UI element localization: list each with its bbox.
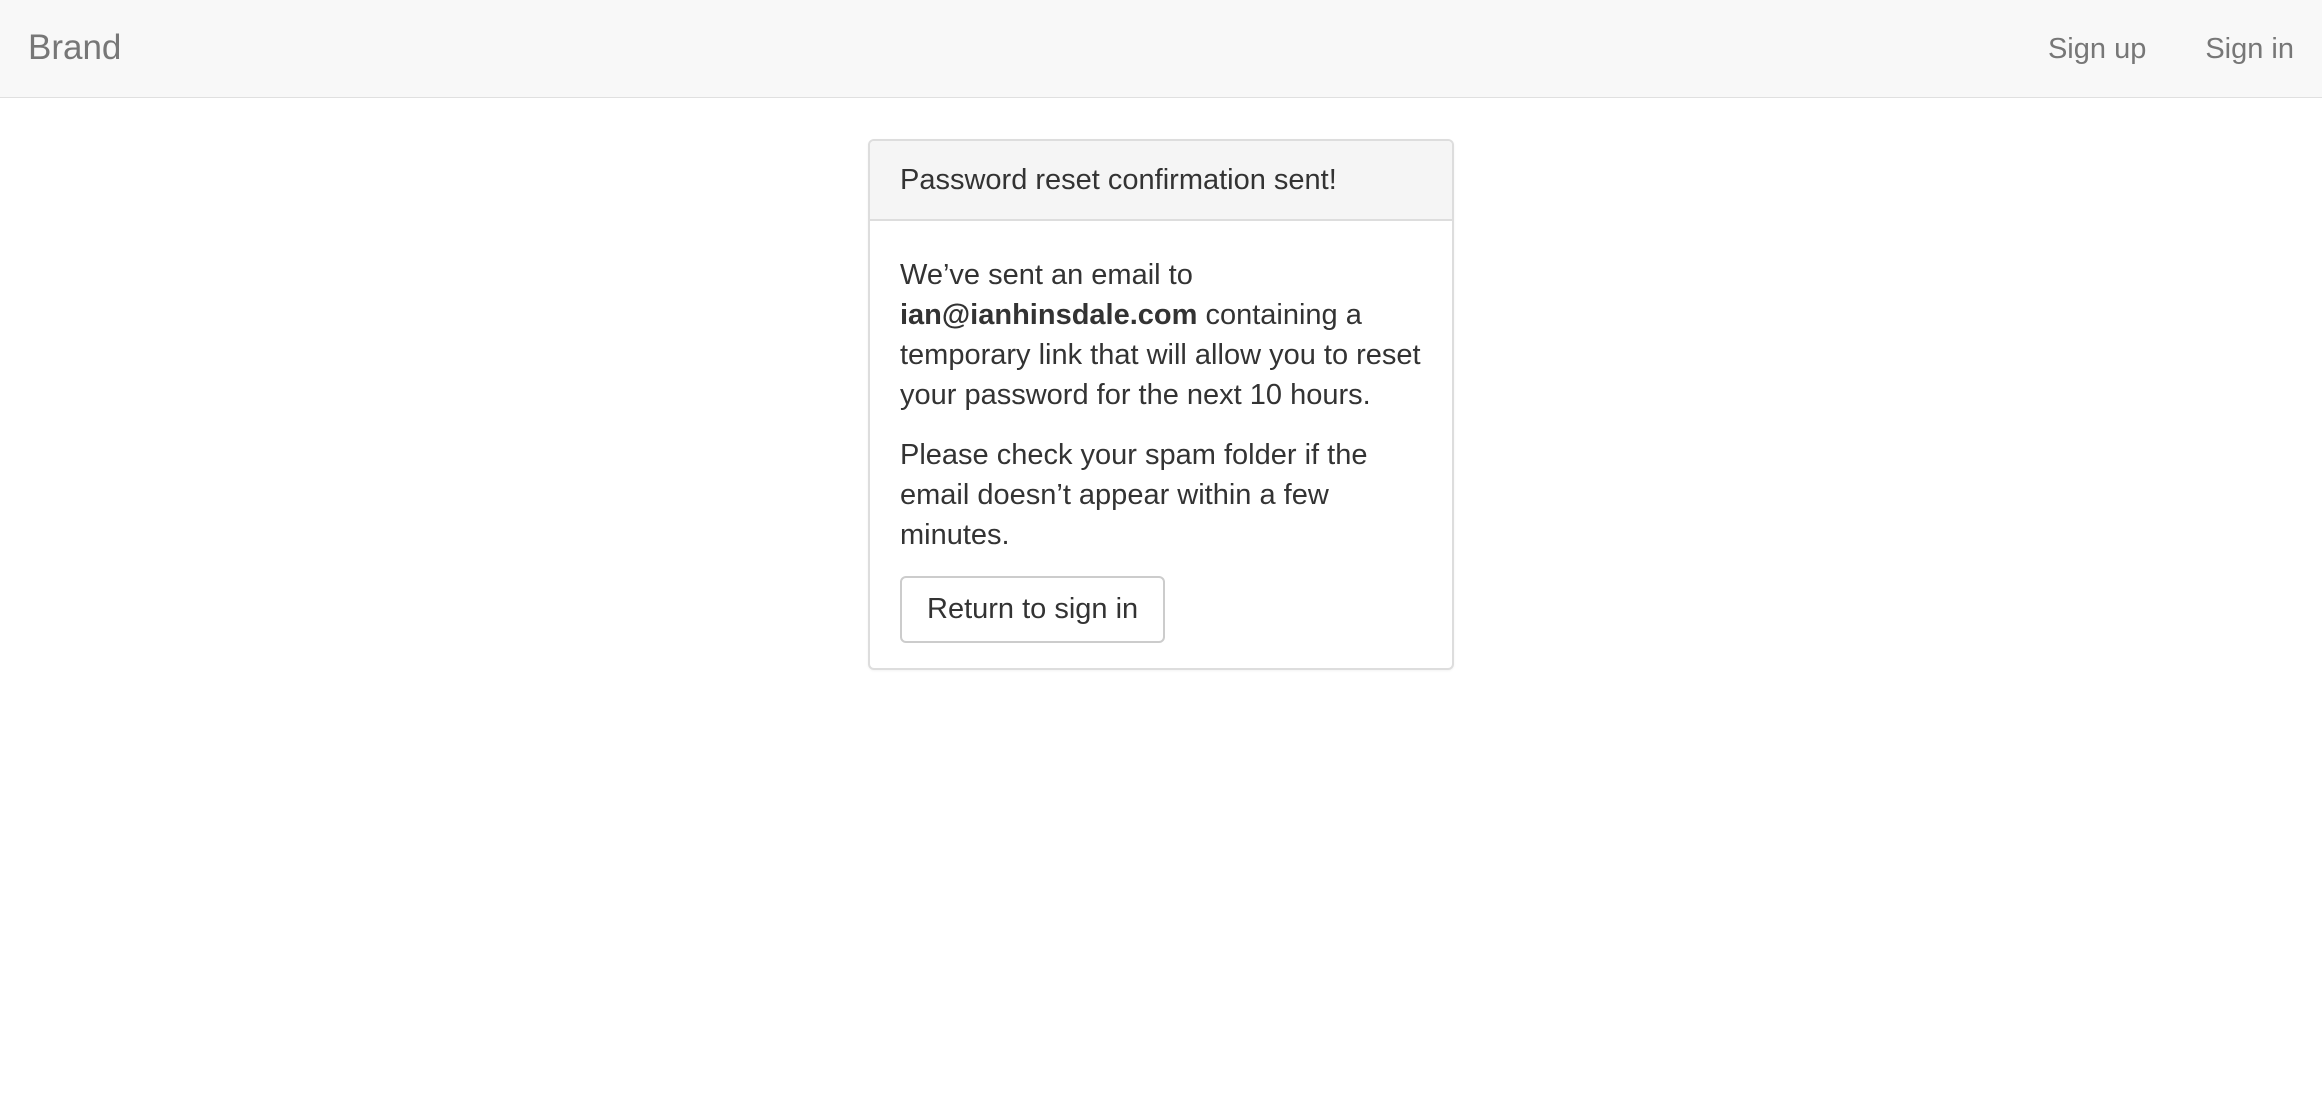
- email-address: ian@ianhinsdale.com: [900, 299, 1198, 331]
- sign-up-link[interactable]: Sign up: [2048, 33, 2146, 66]
- spam-folder-note: Please check your spam folder if the ema…: [900, 439, 1368, 551]
- panel-title: Password reset confirmation sent!: [870, 141, 1452, 221]
- sign-in-link[interactable]: Sign in: [2205, 33, 2294, 66]
- return-to-sign-in-button[interactable]: Return to sign in: [900, 576, 1166, 643]
- message-text-before-email: We’ve sent an email to: [900, 259, 1193, 291]
- panel-body: We’ve sent an email to ian@ianhinsdale.c…: [870, 221, 1452, 643]
- nav-links: Sign up Sign in: [1989, 0, 2294, 98]
- confirmation-panel: Password reset confirmation sent! We’ve …: [868, 139, 1454, 670]
- confirmation-message: We’ve sent an email to ian@ianhinsdale.c…: [900, 255, 1422, 415]
- navbar: Brand Sign up Sign in: [0, 0, 2322, 98]
- brand-link[interactable]: Brand: [28, 0, 121, 98]
